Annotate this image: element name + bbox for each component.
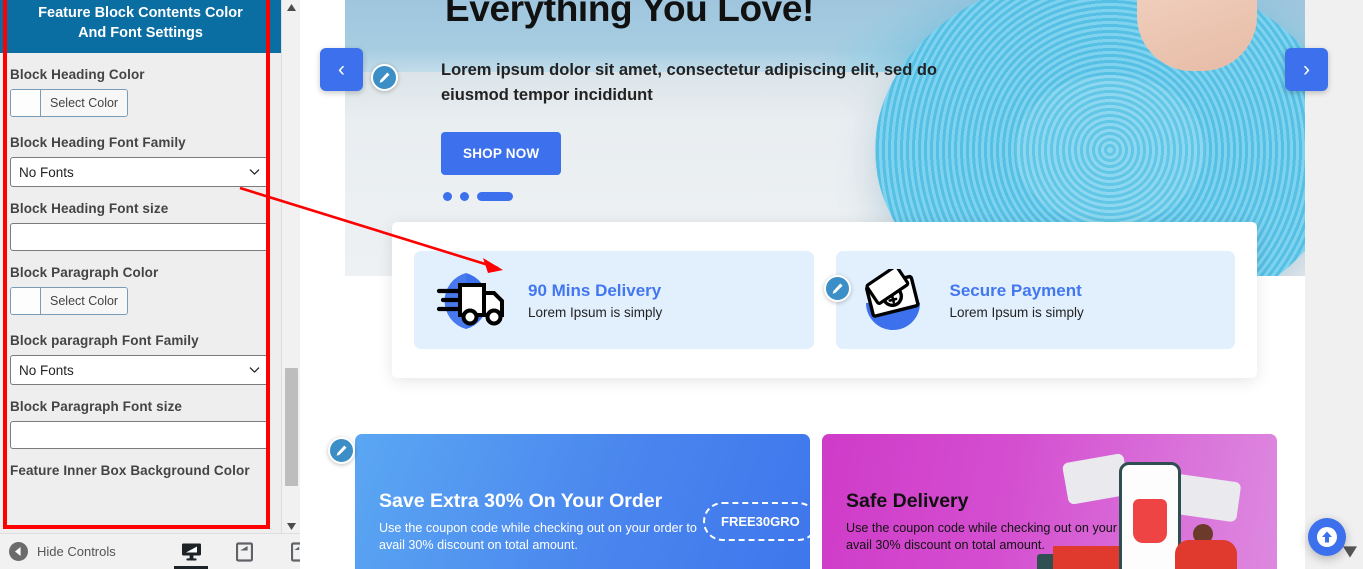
promo-banners: Save Extra 30% On Your Order Use the cou… [355, 434, 1305, 569]
chevron-down-icon [249, 367, 260, 373]
field-label: Block paragraph Font Family [10, 333, 199, 348]
feature-title: Secure Payment [949, 280, 1082, 300]
arrow-up-circle-icon [1317, 527, 1337, 547]
field-block-heading-color: Block Heading Color Select Color [0, 67, 281, 121]
section-header-line2: And Font Settings [78, 25, 203, 41]
promo-title: Save Extra 30% On Your Order [379, 490, 663, 512]
feature-blocks-container: 90 Mins Delivery Lorem Ipsum is simply S… [392, 222, 1257, 378]
color-swatch[interactable] [11, 288, 41, 314]
delivery-truck-icon [436, 273, 504, 329]
edit-pin-feature-payment[interactable] [824, 275, 851, 302]
select-value: No Fonts [19, 362, 74, 378]
edit-pin-hero-subtitle[interactable] [371, 64, 398, 91]
scroll-up-arrow-icon[interactable] [282, 0, 301, 14]
promo-desc: Use the coupon code while checking out o… [379, 521, 697, 552]
pencil-icon [336, 445, 347, 456]
desktop-icon [181, 543, 201, 561]
promo-banner-save-extra[interactable]: Save Extra 30% On Your Order Use the cou… [355, 434, 810, 569]
field-block-paragraph-font-family: Block paragraph Font Family No Fonts [0, 333, 281, 385]
carousel-dot-1[interactable] [443, 192, 452, 201]
hero-carousel-dots[interactable] [443, 192, 513, 201]
field-label: Block Heading Font size [10, 201, 169, 216]
block-paragraph-font-family-select[interactable]: No Fonts [10, 355, 269, 385]
select-color-button-paragraph[interactable]: Select Color [10, 287, 129, 315]
site-preview-frame[interactable]: Everything You Love! Lorem ipsum dolor s… [300, 0, 1363, 569]
feature-desc: Lorem Ipsum is simply [528, 304, 663, 320]
chevron-down-icon [249, 169, 260, 175]
shop-now-button[interactable]: SHOP NOW [441, 132, 562, 175]
feature-title: 90 Mins Delivery [528, 280, 662, 300]
select-value: No Fonts [19, 164, 74, 180]
preview-page: Everything You Love! Lorem ipsum dolor s… [300, 0, 1346, 569]
promo-banner-safe-delivery[interactable]: Safe Delivery Use the coupon code while … [822, 434, 1277, 569]
hero-hat-crown [1015, 75, 1205, 225]
color-swatch[interactable] [11, 90, 41, 116]
device-preview-switcher [174, 534, 310, 569]
tablet-icon [235, 542, 253, 562]
select-color-button-heading[interactable]: Select Color [10, 89, 129, 117]
field-label: Block Heading Color [10, 67, 145, 82]
select-color-label: Select Color [41, 90, 128, 116]
scroll-to-top-button[interactable] [1308, 518, 1346, 556]
feature-text: Secure Payment Lorem Ipsum is simply [950, 281, 1084, 320]
scroll-down-arrow-icon[interactable] [282, 519, 301, 533]
preview-scroll-down-arrow-icon[interactable] [1343, 545, 1357, 559]
hero-title: Everything You Love! [445, 0, 814, 29]
section-header: Feature Block Contents Color And Font Se… [0, 0, 281, 53]
section-header-line1: Feature Block Contents Color [38, 5, 243, 21]
customizer-footer: Hide Controls [0, 533, 303, 569]
field-label: Feature Inner Box Background Color [10, 463, 250, 478]
coupon-code-badge[interactable]: FREE30GRO [703, 502, 810, 541]
carousel-dot-3-active[interactable] [477, 192, 513, 201]
scrollbar-thumb[interactable] [285, 368, 298, 486]
customizer-screen: Feature Block Contents Color And Font Se… [0, 0, 1363, 569]
pencil-icon [832, 283, 843, 294]
preview-scroll-rail[interactable] [1343, 0, 1363, 569]
feature-card-delivery[interactable]: 90 Mins Delivery Lorem Ipsum is simply [414, 251, 814, 349]
field-block-paragraph-color: Block Paragraph Color Select Color [0, 265, 281, 319]
field-block-paragraph-font-size: Block Paragraph Font size [0, 399, 281, 449]
block-heading-font-family-select[interactable]: No Fonts [10, 157, 269, 187]
hero-prev-button[interactable]: ‹ [320, 48, 363, 91]
block-paragraph-font-size-input[interactable] [10, 421, 269, 449]
customizer-settings-scroll[interactable]: Feature Block Contents Color And Font Se… [0, 0, 281, 533]
collapse-left-icon [9, 542, 28, 561]
field-label: Block Paragraph Color [10, 265, 159, 280]
field-label: Block Paragraph Font size [10, 399, 183, 414]
promo-illustration-dress [1133, 499, 1167, 543]
feature-desc: Lorem Ipsum is simply [949, 304, 1084, 320]
edit-pin-promo-save-extra[interactable] [328, 437, 355, 464]
device-desktop-button[interactable] [174, 534, 208, 569]
customizer-sidebar: Feature Block Contents Color And Font Se… [0, 0, 303, 569]
device-tablet-button[interactable] [231, 534, 257, 569]
promo-illustration-box [1053, 546, 1127, 569]
feature-text: 90 Mins Delivery Lorem Ipsum is simply [528, 281, 662, 320]
hide-controls-label: Hide Controls [37, 544, 116, 559]
promo-illustration-phone [1119, 462, 1181, 569]
money-cash-icon [864, 269, 920, 330]
field-label: Block Heading Font Family [10, 135, 186, 150]
carousel-dot-2[interactable] [460, 192, 469, 201]
pencil-icon [379, 72, 390, 83]
promo-illustration-card-2 [1170, 473, 1242, 523]
field-block-heading-font-size: Block Heading Font size [0, 201, 281, 251]
block-heading-font-size-input[interactable] [10, 223, 269, 251]
hide-controls-button[interactable]: Hide Controls [0, 542, 116, 561]
promo-text: Save Extra 30% On Your Order Use the cou… [379, 490, 709, 554]
feature-card-payment[interactable]: Secure Payment Lorem Ipsum is simply [835, 251, 1235, 349]
hero-next-button[interactable]: › [1285, 48, 1328, 91]
field-feature-inner-box-background-color: Feature Inner Box Background Color [0, 463, 281, 478]
hero-subtitle: Lorem ipsum dolor sit amet, consectetur … [441, 61, 938, 104]
promo-illustration-person-body [1175, 540, 1237, 569]
field-block-heading-font-family: Block Heading Font Family No Fonts [0, 135, 281, 187]
customizer-scrollbar[interactable] [281, 0, 300, 533]
select-color-label: Select Color [41, 288, 128, 314]
